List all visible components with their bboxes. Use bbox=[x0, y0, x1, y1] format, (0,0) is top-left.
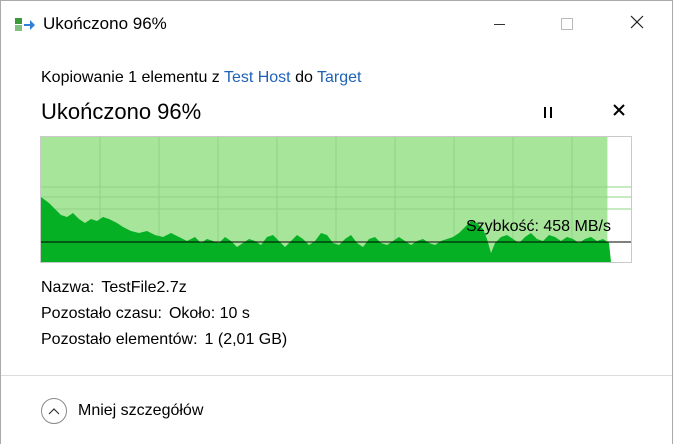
cancel-button[interactable] bbox=[607, 101, 631, 123]
pause-icon bbox=[542, 106, 554, 118]
window-title: Ukończono 96% bbox=[43, 14, 167, 33]
copy-files-icon bbox=[14, 16, 36, 32]
less-details-button[interactable]: Mniej szczegółów bbox=[41, 398, 203, 424]
footer: Mniej szczegółów bbox=[1, 375, 672, 444]
copy-middle: do bbox=[290, 69, 318, 86]
cancel-icon bbox=[613, 103, 625, 121]
minimize-button[interactable] bbox=[476, 1, 522, 47]
title-bar[interactable]: Ukończono 96% bbox=[1, 1, 672, 47]
copy-description: Kopiowanie 1 elementu z Test Host do Tar… bbox=[41, 67, 362, 89]
less-details-label: Mniej szczegółów bbox=[78, 402, 204, 419]
detail-name-row: Nazwa: TestFile2.7z bbox=[41, 277, 287, 303]
pause-button[interactable] bbox=[536, 101, 560, 123]
items-value: 1 (2,01 GB) bbox=[204, 331, 288, 348]
time-value: Około: 10 s bbox=[168, 305, 250, 322]
transfer-speed-graph: Szybkość: 458 MB/s bbox=[40, 136, 632, 263]
maximize-button[interactable] bbox=[544, 1, 590, 47]
copy-dialog: Ukończono 96% Kopiowanie 1 elementu z Te… bbox=[0, 0, 673, 444]
progress-title: Ukończono 96% bbox=[41, 99, 202, 124]
source-link[interactable]: Test Host bbox=[224, 69, 291, 86]
name-value: TestFile2.7z bbox=[101, 279, 187, 296]
maximize-icon bbox=[561, 18, 573, 30]
chevron-up-icon bbox=[41, 398, 67, 424]
minimize-icon bbox=[493, 23, 505, 25]
details-panel: Nazwa: TestFile2.7z Pozostało czasu: Oko… bbox=[41, 277, 287, 355]
time-label: Pozostało czasu: bbox=[41, 305, 162, 322]
destination-link[interactable]: Target bbox=[317, 69, 361, 86]
detail-time-row: Pozostało czasu: Około: 10 s bbox=[41, 303, 287, 329]
speed-graph-svg bbox=[41, 137, 631, 262]
copy-prefix: Kopiowanie 1 elementu z bbox=[41, 69, 224, 86]
detail-items-row: Pozostało elementów: 1 (2,01 GB) bbox=[41, 329, 287, 355]
speed-label: Szybkość: 458 MB/s bbox=[466, 218, 611, 235]
name-label: Nazwa: bbox=[41, 279, 95, 296]
close-icon bbox=[630, 15, 644, 34]
close-button[interactable] bbox=[614, 1, 660, 47]
items-label: Pozostało elementów: bbox=[41, 331, 198, 348]
